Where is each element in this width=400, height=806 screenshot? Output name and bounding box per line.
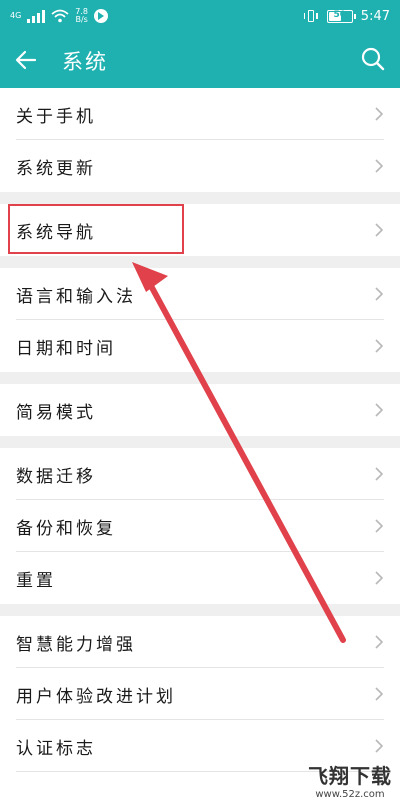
watermark: 飞翔下载 www.52z.com	[308, 760, 392, 800]
chevron-right-icon	[375, 687, 384, 701]
settings-item-label: 认证标志	[16, 739, 96, 759]
settings-item-label: 智慧能力增强	[16, 635, 136, 655]
settings-item-smart-assist[interactable]: 智慧能力增强	[0, 616, 400, 668]
settings-item-system-navigation[interactable]: 系统导航	[0, 204, 400, 256]
group-separator	[0, 256, 400, 268]
battery-percent: 50	[333, 9, 347, 20]
settings-item-label: 重置	[16, 571, 56, 591]
speed-unit: B/s	[75, 15, 88, 24]
settings-item-label: 语言和输入法	[16, 287, 136, 307]
signal-icon	[27, 9, 46, 23]
chevron-right-icon	[375, 739, 384, 753]
settings-item-label: 日期和时间	[16, 339, 116, 359]
status-left: 4G 7.8 B/s	[10, 6, 109, 26]
watermark-url: www.52z.com	[315, 789, 385, 800]
group-separator	[0, 372, 400, 384]
vibrate-icon	[303, 9, 319, 23]
status-bar: 4G 7.8 B/s 50 5:47	[0, 0, 400, 32]
settings-list: 关于手机 系统更新 系统导航 语言和输入法 日期和时间 简易模式 数据迁移 备份…	[0, 88, 400, 772]
settings-item-about-phone[interactable]: 关于手机	[0, 88, 400, 140]
group-separator	[0, 604, 400, 616]
chevron-right-icon	[375, 635, 384, 649]
notification-app-icon	[94, 9, 109, 23]
settings-item-backup-restore[interactable]: 备份和恢复	[0, 500, 400, 552]
settings-item-date-time[interactable]: 日期和时间	[0, 320, 400, 372]
network-speed: 7.8 B/s	[75, 8, 88, 24]
chevron-right-icon	[375, 107, 384, 121]
chevron-right-icon	[375, 159, 384, 173]
network-type: 4G	[10, 11, 22, 20]
title-bar: 系统	[0, 32, 400, 88]
settings-item-simple-mode[interactable]: 简易模式	[0, 384, 400, 436]
page-title: 系统	[62, 50, 108, 74]
settings-item-label: 系统导航	[16, 223, 96, 243]
settings-item-label: 关于手机	[16, 107, 96, 127]
settings-item-user-experience[interactable]: 用户体验改进计划	[0, 668, 400, 720]
settings-item-label: 备份和恢复	[16, 519, 116, 539]
chevron-right-icon	[375, 467, 384, 481]
settings-item-system-update[interactable]: 系统更新	[0, 140, 400, 192]
chevron-right-icon	[375, 223, 384, 237]
settings-item-language-input[interactable]: 语言和输入法	[0, 268, 400, 320]
search-icon[interactable]	[360, 46, 386, 72]
clock: 5:47	[360, 8, 390, 24]
watermark-main: 飞翔下载	[308, 764, 392, 788]
group-separator	[0, 192, 400, 204]
settings-item-reset[interactable]: 重置	[0, 552, 400, 604]
battery-icon: 50	[326, 9, 356, 23]
group-separator	[0, 436, 400, 448]
chevron-right-icon	[375, 287, 384, 301]
settings-item-label: 简易模式	[16, 403, 96, 423]
wifi-icon	[51, 9, 69, 23]
settings-item-label: 数据迁移	[16, 467, 96, 487]
status-right: 50 5:47	[303, 6, 390, 26]
arrow-left-icon[interactable]	[14, 48, 38, 72]
settings-item-data-migration[interactable]: 数据迁移	[0, 448, 400, 500]
settings-item-label: 用户体验改进计划	[16, 687, 176, 707]
chevron-right-icon	[375, 403, 384, 417]
chevron-right-icon	[375, 571, 384, 585]
chevron-right-icon	[375, 519, 384, 533]
settings-item-label: 系统更新	[16, 159, 96, 179]
chevron-right-icon	[375, 339, 384, 353]
settings-screen: 4G 7.8 B/s 50 5:47 系统 关于手机 系统更新 系统导航 语言和…	[0, 0, 400, 806]
